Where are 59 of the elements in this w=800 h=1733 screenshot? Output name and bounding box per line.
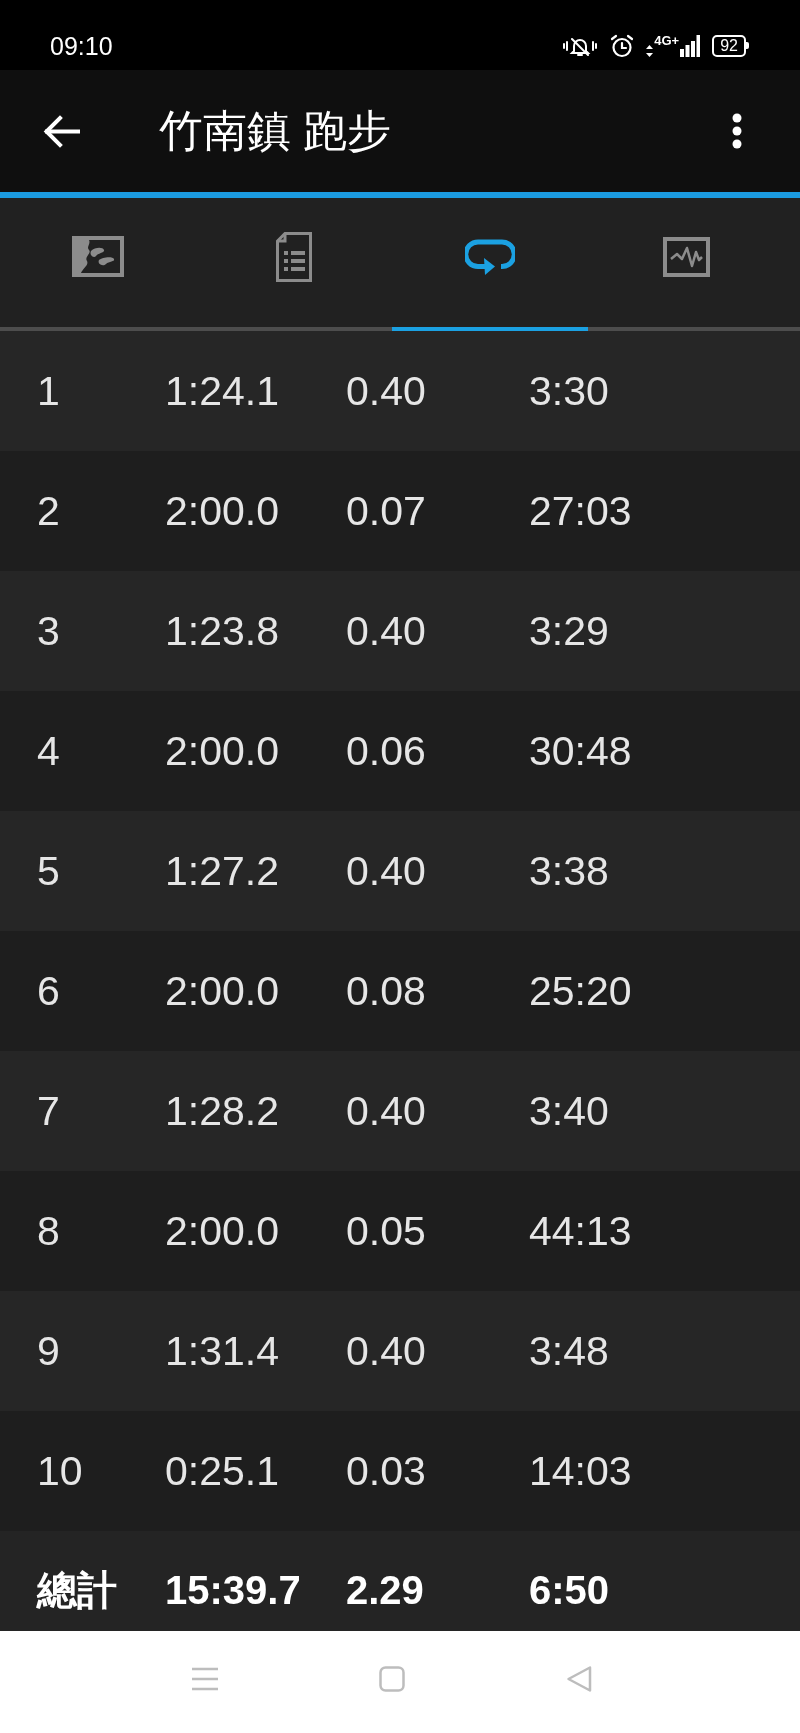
lap-number: 6: [37, 968, 60, 1014]
lap-distance: 0.40: [346, 1088, 426, 1134]
lap-number: 4: [37, 728, 60, 774]
lap-time: 2:00.0: [165, 1208, 279, 1254]
lap-time: 1:31.4: [165, 1328, 279, 1374]
lap-distance: 0.40: [346, 1328, 426, 1374]
lap-pace: 3:40: [529, 1088, 609, 1134]
pulse-chart-icon: [662, 236, 710, 277]
lap-distance: 0.40: [346, 848, 426, 894]
loop-arrow-icon: [465, 238, 515, 275]
lap-time: 2:00.0: [165, 728, 279, 774]
lap-distance: 0.05: [346, 1208, 426, 1254]
lap-time: 2:00.0: [165, 488, 279, 534]
lap-pace: 3:30: [529, 368, 609, 414]
lap-number: 10: [37, 1448, 83, 1494]
lap-time: 0:25.1: [165, 1448, 279, 1494]
lap-distance: 0.07: [346, 488, 426, 534]
total-label: 總計: [37, 1567, 117, 1613]
muted-bell-icon: [562, 36, 599, 56]
screen-title: 竹南鎮 跑步: [159, 105, 393, 157]
lap-time: 1:28.2: [165, 1088, 279, 1134]
lap-number: 9: [37, 1328, 60, 1374]
lap-pace: 3:38: [529, 848, 609, 894]
lap-pace: 3:48: [529, 1328, 609, 1374]
lap-time: 2:00.0: [165, 968, 279, 1014]
lap-distance: 0.40: [346, 608, 426, 654]
lap-pace: 3:29: [529, 608, 609, 654]
more-options-button[interactable]: [732, 113, 742, 149]
battery-indicator: 92: [712, 35, 746, 57]
lap-number: 2: [37, 488, 60, 534]
map-icon: [72, 236, 124, 277]
lap-number: 8: [37, 1208, 60, 1254]
three-dots-icon: [732, 113, 742, 149]
total-time: 15:39.7: [165, 1567, 301, 1613]
lap-pace: 44:13: [529, 1208, 632, 1254]
lap-pace: 30:48: [529, 728, 632, 774]
lap-time: 1:23.8: [165, 608, 279, 654]
up-down-arrows-icon: [646, 45, 654, 57]
total-distance: 2.29: [346, 1567, 424, 1613]
alarm-clock-icon: [610, 34, 635, 58]
lap-pace: 27:03: [529, 488, 632, 534]
lap-number: 7: [37, 1088, 60, 1134]
lap-number: 5: [37, 848, 60, 894]
lap-time: 1:27.2: [165, 848, 279, 894]
lap-distance: 0.03: [346, 1448, 426, 1494]
lap-pace: 14:03: [529, 1448, 632, 1494]
lap-time: 1:24.1: [165, 368, 279, 414]
lap-number: 3: [37, 608, 60, 654]
document-list-icon: [276, 231, 312, 282]
signal-bars-icon: [680, 35, 701, 57]
total-pace: 6:50: [529, 1567, 610, 1613]
lap-distance: 0.08: [346, 968, 426, 1014]
lap-number: 1: [37, 368, 60, 414]
network-type: 4G+: [654, 34, 680, 47]
clock-time: 09:10: [50, 32, 113, 60]
lap-distance: 0.40: [346, 368, 426, 414]
back-button[interactable]: [43, 114, 80, 148]
lap-pace: 25:20: [529, 968, 632, 1014]
lap-distance: 0.06: [346, 728, 426, 774]
